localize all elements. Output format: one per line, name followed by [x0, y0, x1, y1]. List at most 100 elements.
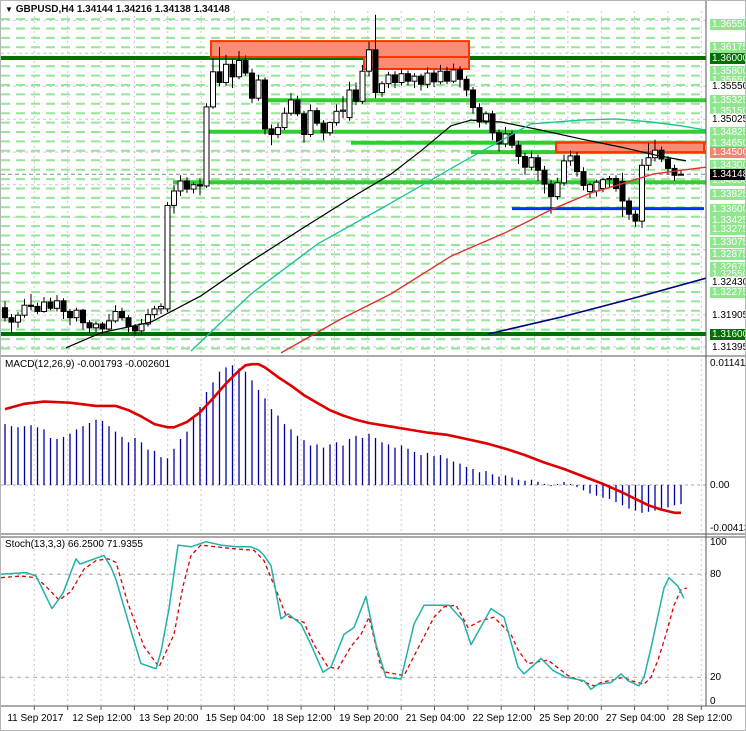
macd-panel[interactable] [1, 359, 706, 534]
candle-body[interactable] [522, 156, 528, 168]
candle-body[interactable] [626, 200, 632, 215]
candle-body[interactable] [119, 311, 125, 319]
candle-body[interactable] [203, 106, 210, 187]
candle-body[interactable] [151, 308, 158, 316]
candle-body[interactable] [561, 160, 567, 184]
candle-body[interactable] [171, 190, 177, 206]
candle-body[interactable] [632, 213, 639, 222]
candle-body[interactable] [476, 107, 483, 123]
candle-body[interactable] [125, 317, 132, 328]
candle-body[interactable] [28, 304, 34, 307]
candle-body[interactable] [580, 171, 587, 186]
candle-body[interactable] [158, 305, 164, 310]
candle-body[interactable] [236, 60, 242, 78]
candle-body[interactable] [184, 180, 190, 190]
candle-body[interactable] [275, 127, 281, 135]
candle-body[interactable] [450, 69, 457, 82]
candle-body[interactable] [678, 173, 684, 176]
candle-body[interactable] [470, 89, 476, 109]
candle-body[interactable] [80, 309, 86, 324]
candle-body[interactable] [385, 74, 392, 85]
candle-body[interactable] [288, 99, 294, 114]
candle-body[interactable] [658, 149, 665, 160]
candle-body[interactable] [398, 73, 405, 83]
candle-body[interactable] [132, 326, 138, 332]
candle-body[interactable] [489, 113, 496, 134]
candle-body[interactable] [418, 75, 424, 85]
supply-zone[interactable] [210, 40, 470, 58]
candle-body[interactable] [8, 317, 15, 323]
chevron-down-icon[interactable]: ▼ [5, 5, 13, 14]
candle-body[interactable] [229, 63, 236, 78]
candle-body[interactable] [333, 110, 340, 124]
candle-body[interactable] [197, 184, 203, 187]
candle-body[interactable] [112, 311, 119, 322]
candle-body[interactable] [223, 63, 229, 83]
candle-body[interactable] [548, 183, 554, 198]
candle-body[interactable] [34, 305, 41, 312]
candle-body[interactable] [346, 89, 353, 119]
candle-body[interactable] [665, 158, 671, 169]
candle-body[interactable] [639, 164, 645, 222]
candle-body[interactable] [21, 304, 28, 316]
candle-body[interactable] [281, 112, 288, 129]
candle-body[interactable] [372, 49, 379, 93]
candle-body[interactable] [515, 144, 522, 157]
stoch-panel[interactable] [1, 539, 706, 706]
candle-body[interactable] [67, 311, 73, 319]
candle-body[interactable] [314, 110, 320, 124]
candle-body[interactable] [190, 184, 197, 190]
candle-body[interactable] [2, 307, 8, 319]
candle-body[interactable] [535, 157, 541, 171]
candle-body[interactable] [262, 79, 268, 130]
candle-body[interactable] [457, 69, 463, 80]
candle-body[interactable] [307, 110, 314, 135]
candle-body[interactable] [613, 178, 619, 189]
supply-zone[interactable] [555, 141, 705, 154]
candle-body[interactable] [301, 113, 307, 136]
candle-body[interactable] [379, 83, 385, 93]
candle-body[interactable] [359, 70, 366, 102]
candle-body[interactable] [249, 72, 255, 99]
candle-body[interactable] [392, 74, 398, 84]
candle-body[interactable] [73, 309, 80, 319]
candle-body[interactable] [41, 301, 47, 312]
candle-body[interactable] [340, 109, 346, 112]
candle-body[interactable] [177, 180, 184, 192]
candle-body[interactable] [587, 184, 593, 193]
candle-body[interactable] [567, 155, 574, 162]
main-chart-panel[interactable] [1, 11, 706, 355]
candle-body[interactable] [554, 182, 561, 198]
candle-body[interactable] [327, 122, 333, 134]
candle-body[interactable] [99, 323, 106, 330]
candle-body[interactable] [86, 322, 93, 329]
candle-body[interactable] [437, 70, 444, 83]
candle-body[interactable] [320, 122, 327, 134]
candle-body[interactable] [600, 179, 606, 189]
candle-body[interactable] [93, 323, 99, 329]
candle-body[interactable] [411, 75, 418, 82]
candle-body[interactable] [574, 155, 580, 173]
candle-body[interactable] [15, 314, 21, 323]
candle-body[interactable] [60, 300, 67, 312]
candle-body[interactable] [424, 72, 431, 85]
candle-body[interactable] [528, 157, 535, 168]
candle-body[interactable] [242, 60, 249, 74]
candle-body[interactable] [268, 128, 275, 136]
candle-body[interactable] [593, 181, 600, 192]
candle-body[interactable] [541, 169, 548, 185]
candle-body[interactable] [255, 79, 262, 99]
candle-body[interactable] [431, 72, 437, 83]
candle-body[interactable] [164, 204, 171, 310]
candle-body[interactable] [606, 178, 613, 181]
candle-body[interactable] [210, 71, 216, 108]
candle-body[interactable] [47, 301, 54, 309]
candle-body[interactable] [645, 157, 652, 166]
candle-body[interactable] [294, 99, 301, 115]
candle-body[interactable] [54, 300, 60, 309]
candle-body[interactable] [106, 320, 112, 330]
candle-body[interactable] [353, 89, 359, 102]
candle-body[interactable] [405, 73, 411, 82]
candle-body[interactable] [463, 78, 470, 91]
candle-body[interactable] [444, 70, 450, 82]
